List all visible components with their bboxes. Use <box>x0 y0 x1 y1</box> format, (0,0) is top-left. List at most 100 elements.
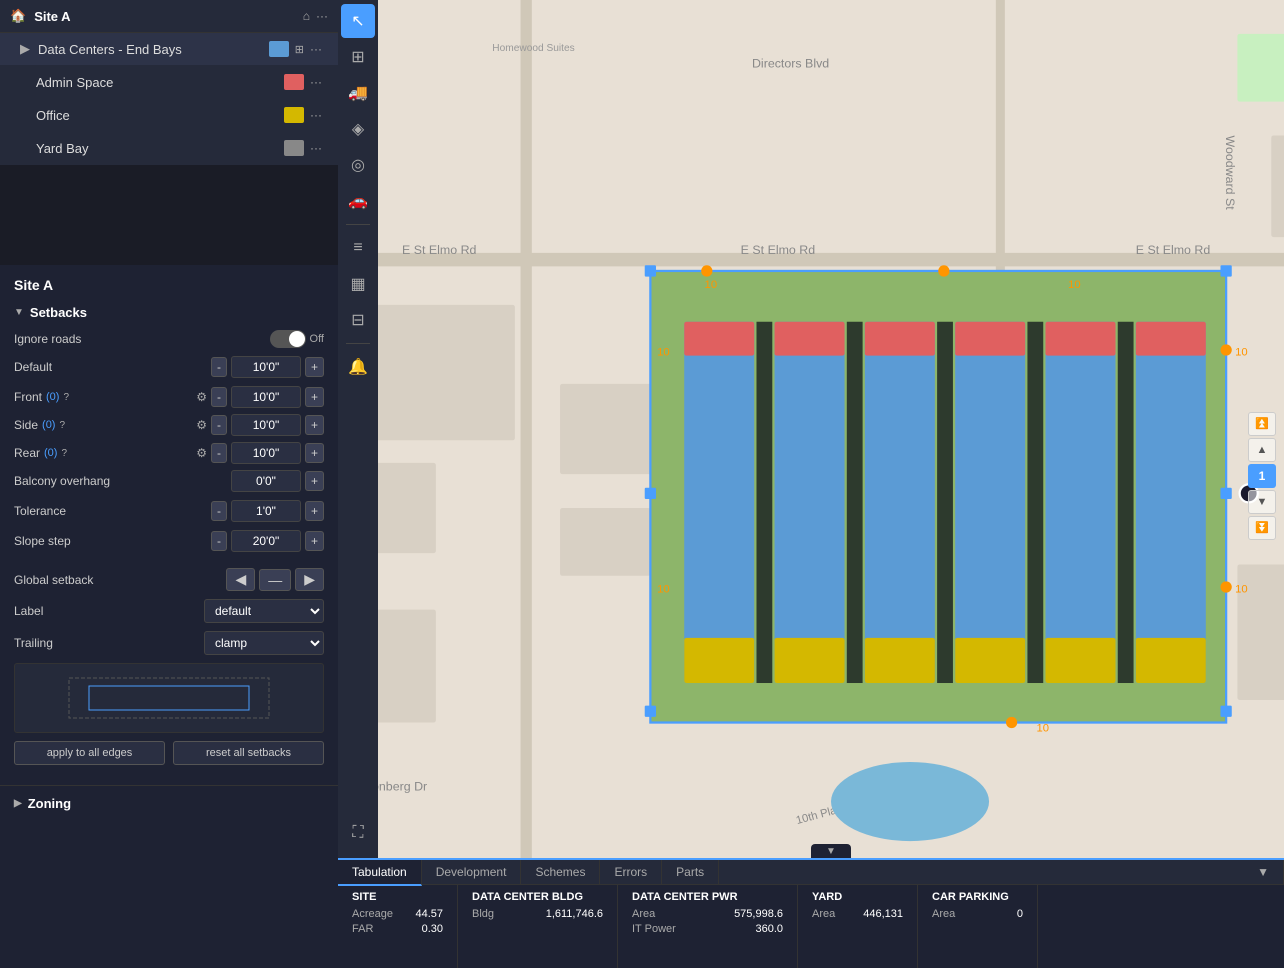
tab-parts[interactable]: Parts <box>662 860 719 884</box>
front-minus[interactable]: - <box>211 387 227 407</box>
layer-more-data-centers[interactable]: ··· <box>310 42 322 56</box>
tool-measure[interactable]: ⊟ <box>341 303 375 337</box>
parking-header: CAR PARKING <box>932 891 1023 903</box>
default-value[interactable] <box>231 356 301 378</box>
zoning-label: Zoning <box>28 796 71 811</box>
side-gear-icon[interactable]: ⚙ <box>196 418 207 432</box>
svg-text:10: 10 <box>657 347 670 359</box>
setbacks-label: Setbacks <box>30 305 87 320</box>
tool-car[interactable]: 🚗 <box>341 184 375 218</box>
tool-bell[interactable]: 🔔 <box>341 350 375 384</box>
front-help-icon[interactable]: ? <box>63 392 69 403</box>
tool-layers[interactable]: ◈ <box>341 112 375 146</box>
layer-yard-bay[interactable]: Yard Bay ··· <box>0 132 338 165</box>
layer-more-office[interactable]: ··· <box>310 108 322 122</box>
balcony-plus[interactable]: + <box>305 471 324 491</box>
tab-collapse[interactable]: ▼ <box>1243 860 1284 884</box>
setbacks-section-header[interactable]: ▼ Setbacks <box>14 305 324 320</box>
label-select[interactable]: default <box>204 599 324 623</box>
dc-bldg-col: DATA CENTER BLDG Bldg 1,611,746.6 <box>458 885 618 968</box>
default-minus[interactable]: - <box>211 357 227 377</box>
layer-name-office: Office <box>36 108 70 123</box>
side-minus[interactable]: - <box>211 415 227 435</box>
global-setback-prev[interactable]: ◀ <box>226 568 255 591</box>
trailing-select[interactable]: clamp <box>204 631 324 655</box>
ignore-roads-state: Off <box>310 333 324 345</box>
zoning-arrow: ▶ <box>14 798 22 809</box>
layer-more-yard[interactable]: ··· <box>310 141 322 155</box>
dc-bldg-header: DATA CENTER BLDG <box>472 891 603 903</box>
rear-minus[interactable]: - <box>211 443 227 463</box>
side-help-icon[interactable]: ? <box>59 420 65 431</box>
front-gear-icon[interactable]: ⚙ <box>196 390 207 404</box>
svg-text:E St Elmo Rd: E St Elmo Rd <box>402 243 477 257</box>
front-plus[interactable]: + <box>305 387 324 407</box>
slope-step-plus[interactable]: + <box>305 531 324 551</box>
slope-step-minus[interactable]: - <box>211 531 227 551</box>
ignore-roads-toggle[interactable]: Off <box>270 330 324 348</box>
svg-text:Homewood Suites: Homewood Suites <box>492 43 574 54</box>
tolerance-value[interactable] <box>231 500 301 522</box>
tool-target[interactable]: ◎ <box>341 148 375 182</box>
page-down[interactable]: ▼ <box>1248 490 1276 514</box>
global-setback-dash[interactable]: — <box>259 569 291 591</box>
tolerance-plus[interactable]: + <box>305 501 324 521</box>
front-value[interactable] <box>231 386 301 408</box>
parking-area-row: Area 0 <box>932 908 1023 920</box>
balcony-row: Balcony overhang + <box>14 470 324 492</box>
zoning-section[interactable]: ▶ Zoning <box>0 785 338 821</box>
vertical-toolbar: ↖ ⊞ 🚚 ◈ ◎ 🚗 ≡ ▦ ⊟ 🔔 ⛶ <box>338 0 378 858</box>
tab-tabulation[interactable]: Tabulation <box>338 860 422 886</box>
front-row: Front (0) ? ⚙ - + <box>14 386 324 408</box>
map-area[interactable]: E St Elmo Rd E St Elmo Rd E St Elmo Rd W… <box>378 0 1284 858</box>
tool-grid[interactable]: ⊞ <box>341 40 375 74</box>
side-plus[interactable]: + <box>305 415 324 435</box>
svg-text:10: 10 <box>1235 584 1248 596</box>
default-plus[interactable]: + <box>305 357 324 377</box>
layer-admin-space[interactable]: Admin Space ··· <box>0 66 338 99</box>
tool-select[interactable]: ↖ <box>341 4 375 38</box>
layer-office[interactable]: Office ··· <box>0 99 338 132</box>
tab-schemes[interactable]: Schemes <box>521 860 600 884</box>
tool-sliders[interactable]: ≡ <box>341 231 375 265</box>
tolerance-minus[interactable]: - <box>211 501 227 521</box>
layer-color-admin <box>284 74 304 90</box>
rear-plus[interactable]: + <box>305 443 324 463</box>
parking-area-label: Area <box>932 908 955 920</box>
global-setback-next[interactable]: ▶ <box>295 568 324 591</box>
side-value[interactable] <box>231 414 301 436</box>
svg-text:10: 10 <box>705 279 718 291</box>
front-hint: (0) <box>46 391 59 403</box>
label-row: Label default <box>14 599 324 623</box>
svg-text:Woodward St: Woodward St <box>1223 135 1237 210</box>
rear-gear-icon[interactable]: ⚙ <box>196 446 207 460</box>
global-setback-label: Global setback <box>14 573 226 587</box>
tool-expand[interactable]: ⛶ <box>341 816 375 850</box>
balcony-value[interactable] <box>231 470 301 492</box>
preview-svg <box>59 668 279 728</box>
tool-truck[interactable]: 🚚 <box>341 76 375 110</box>
parking-col: CAR PARKING Area 0 <box>918 885 1038 968</box>
tolerance-row: Tolerance - + <box>14 500 324 522</box>
tab-development[interactable]: Development <box>422 860 522 884</box>
slope-step-value[interactable] <box>231 530 301 552</box>
layer-spacer <box>0 165 338 265</box>
layer-more-admin[interactable]: ··· <box>310 75 322 89</box>
page-number[interactable]: 1 <box>1248 464 1276 488</box>
site-home-icon[interactable]: ⌂ <box>303 9 310 23</box>
page-up[interactable]: ▲ <box>1248 438 1276 462</box>
rear-help-icon[interactable]: ? <box>61 448 67 459</box>
tab-errors[interactable]: Errors <box>600 860 662 884</box>
rear-value[interactable] <box>231 442 301 464</box>
site-acreage-value: 44.57 <box>415 908 443 920</box>
site-more-icon[interactable]: ··· <box>316 9 328 23</box>
layer-data-centers[interactable]: ▶ Data Centers - End Bays ⊞ ··· <box>0 33 338 66</box>
slope-step-label: Slope step <box>14 534 211 548</box>
apply-all-edges-btn[interactable]: apply to all edges <box>14 741 165 765</box>
map-collapse-handle[interactable]: ▼ <box>811 844 851 858</box>
reset-all-setbacks-btn[interactable]: reset all setbacks <box>173 741 324 765</box>
layer-name-yard: Yard Bay <box>36 141 89 156</box>
page-down-double[interactable]: ⏬ <box>1248 516 1276 540</box>
tool-table[interactable]: ▦ <box>341 267 375 301</box>
page-up-double[interactable]: ⏫ <box>1248 412 1276 436</box>
